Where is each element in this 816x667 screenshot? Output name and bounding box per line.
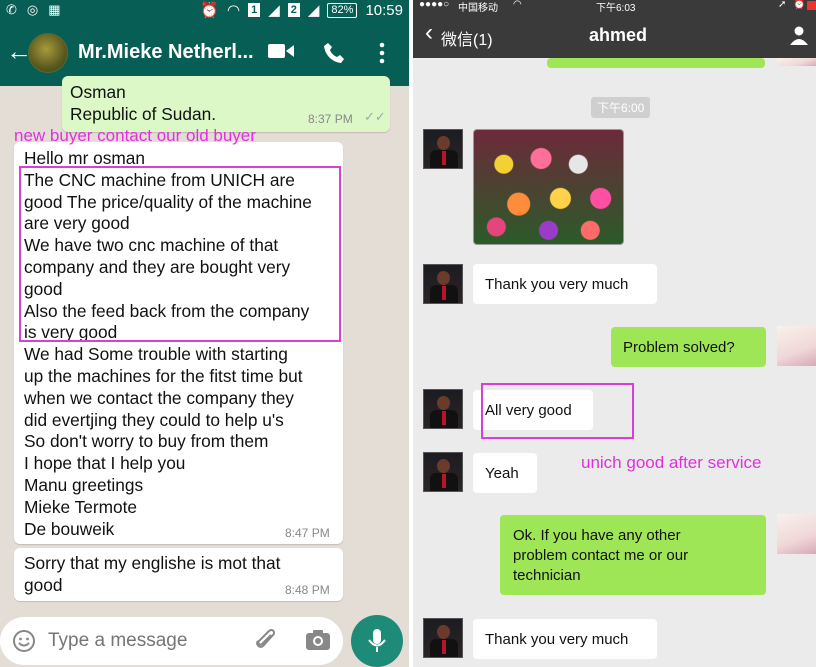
wifi-icon: ◠ <box>513 0 522 10</box>
status-bar: ●●●●○ 中国移动 ◠ 下午6:03 ➚ ⏰ <box>413 0 816 14</box>
sim1-badge: 1 <box>248 3 261 17</box>
message-bubble-outgoing[interactable] <box>547 58 765 68</box>
sim2-badge: 2 <box>287 3 300 17</box>
app-notify-icon: ◎ <box>26 2 39 17</box>
message-bubble-incoming[interactable]: Yeah <box>473 453 537 493</box>
contact-avatar[interactable] <box>423 389 463 429</box>
highlight-box <box>19 166 341 342</box>
my-avatar[interactable] <box>777 58 816 66</box>
image-message-roses[interactable] <box>473 129 624 245</box>
whatsapp-notify-icon: ✆ <box>6 2 17 17</box>
message-bubble-outgoing[interactable]: Problem solved? <box>611 327 766 367</box>
contact-name[interactable]: Mr.Mieke Netherl... <box>78 41 253 64</box>
contact-avatar[interactable] <box>28 33 68 73</box>
contact-avatar[interactable] <box>423 129 463 169</box>
chat-header: ‹ 微信(1) ahmed <box>413 12 816 58</box>
signal-dots-icon: ●●●●○ <box>419 0 450 10</box>
camera-icon[interactable] <box>305 629 331 656</box>
mic-button[interactable] <box>351 615 403 667</box>
location-icon: ➚ <box>778 0 787 10</box>
message-bubble-incoming[interactable]: Thank you very much <box>473 264 657 304</box>
read-receipt-icon: ✓✓ <box>364 109 386 124</box>
back-button[interactable]: 微信(1) <box>441 26 493 50</box>
clock: 10:59 <box>365 1 403 19</box>
signal2-icon: ◢ <box>307 2 320 19</box>
message-text: Osman Republic of Sudan. <box>70 82 217 124</box>
my-avatar[interactable] <box>777 514 816 554</box>
message-text: Yeah <box>485 465 519 482</box>
highlight-box <box>481 383 634 439</box>
battery-indicator: 82% <box>327 2 358 18</box>
my-avatar[interactable] <box>777 326 816 366</box>
message-bubble-incoming[interactable]: Thank you very much <box>473 619 657 659</box>
message-input[interactable] <box>48 625 238 657</box>
timestamp-divider: 下午6:00 <box>591 97 651 118</box>
message-time: 8:48 PM <box>285 583 330 597</box>
alarm-icon: ⏰ <box>793 0 806 10</box>
battery-indicator <box>807 1 816 10</box>
video-call-icon[interactable] <box>268 42 294 66</box>
calendar-icon: ▦ <box>48 2 61 17</box>
status-bar: ✆ ◎ ▦ ⏰ ◠ 1 ◢ 2 ◢ 82% 10:59 <box>0 0 409 20</box>
message-input-bar <box>0 617 343 665</box>
chat-title: ahmed <box>589 25 648 45</box>
mic-icon <box>368 629 386 652</box>
message-text: Sorry that my englishe is mot that good <box>24 553 281 595</box>
message-text: Ok. If you have any other problem contac… <box>513 527 689 584</box>
attach-icon[interactable] <box>254 627 278 658</box>
contact-info-icon[interactable] <box>789 25 809 50</box>
message-bubble-outgoing[interactable]: Osman Republic of Sudan. 8:37 PM ✓✓ <box>62 76 390 132</box>
annotation-label: new buyer contact our old buyer <box>14 126 256 145</box>
contact-avatar[interactable] <box>423 618 463 658</box>
contact-avatar[interactable] <box>423 452 463 492</box>
annotation-label: unich good after service <box>581 453 762 472</box>
wechat-panel: ●●●●○ 中国移动 ◠ 下午6:03 ➚ ⏰ ‹ 微信(1) ahmed 下午… <box>413 0 816 667</box>
contact-avatar[interactable] <box>423 264 463 304</box>
signal-icon: ◢ <box>268 2 280 19</box>
phone-icon[interactable] <box>323 42 345 70</box>
emoji-icon[interactable] <box>12 629 36 658</box>
wifi-icon: ◠ <box>226 2 241 19</box>
more-icon[interactable] <box>379 42 385 70</box>
alarm-icon: ⏰ <box>200 2 219 19</box>
message-bubble-incoming[interactable]: Sorry that my englishe is mot that good … <box>14 548 343 601</box>
message-bubble-outgoing[interactable]: Ok. If you have any other problem contac… <box>500 515 766 595</box>
back-chevron-icon[interactable]: ‹ <box>425 21 433 45</box>
whatsapp-panel: ✆ ◎ ▦ ⏰ ◠ 1 ◢ 2 ◢ 82% 10:59 ← Mr.Mieke N… <box>0 0 409 667</box>
message-text: Thank you very much <box>485 276 629 293</box>
message-text: Problem solved? <box>623 339 735 356</box>
message-text: Thank you very much <box>485 631 629 648</box>
message-time: 8:47 PM <box>285 526 330 540</box>
message-time: 8:37 PM <box>308 112 353 126</box>
